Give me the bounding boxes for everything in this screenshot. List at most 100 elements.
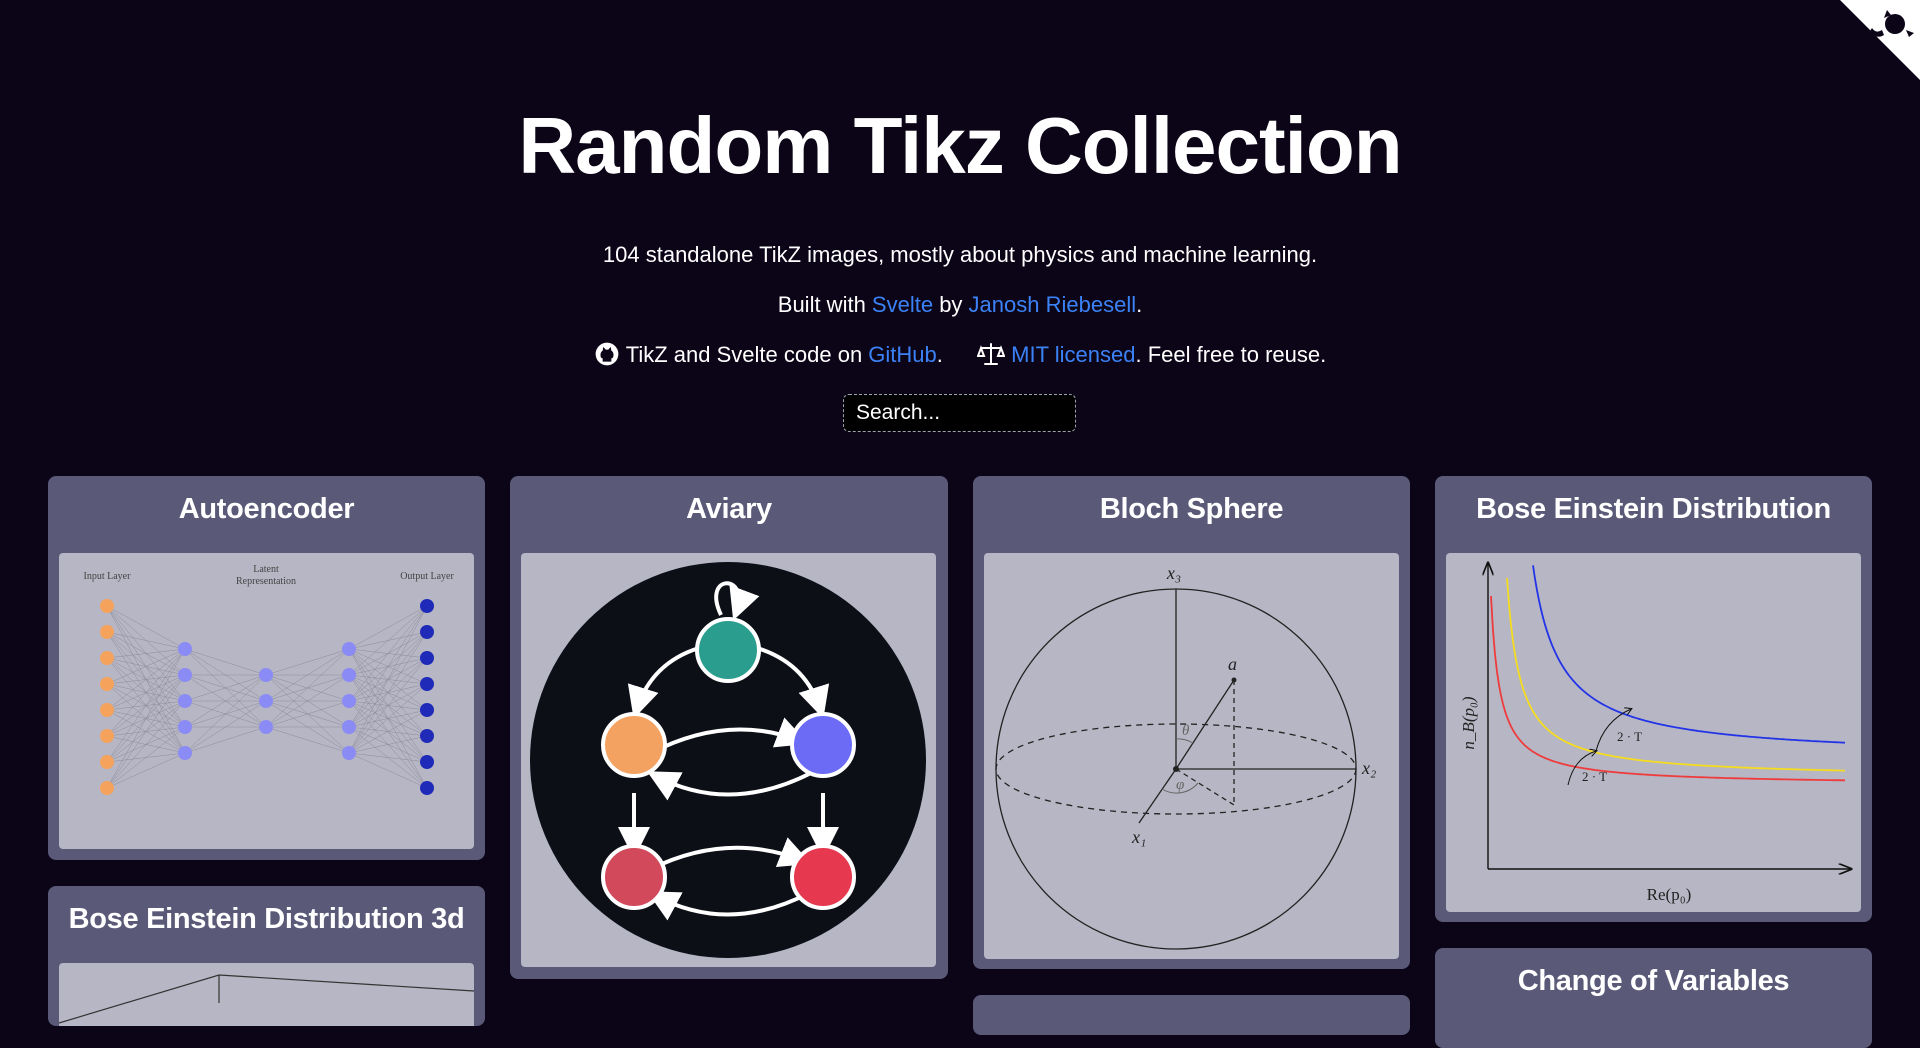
input-layer-label: Input Layer — [84, 571, 132, 582]
node-output — [420, 625, 434, 639]
card-title: Bose Einstein Distribution 3d — [68, 903, 465, 935]
author-link[interactable]: Janosh Riebesell — [969, 292, 1137, 317]
node-right — [790, 712, 856, 778]
node-latent — [259, 668, 273, 682]
card-bose-einstein[interactable]: Bose Einstein Distribution 2 · T 2 · T n… — [1435, 476, 1872, 922]
network-edge — [106, 648, 186, 711]
network-edge — [106, 648, 186, 737]
scale-icon — [977, 343, 1006, 365]
card-image-bloch: x₃ x₂ x₁ a⃗ θ φ — [984, 553, 1399, 959]
node-hidden1 — [178, 668, 192, 682]
node-hidden1 — [178, 746, 192, 760]
license-suffix: . Feel free to reuse. — [1135, 342, 1327, 367]
network-nodes — [100, 599, 434, 795]
node-input — [100, 651, 114, 665]
license-link[interactable]: MIT licensed — [1011, 342, 1135, 367]
node-input — [100, 703, 114, 717]
curve-blue — [1532, 565, 1846, 744]
network-edge — [106, 726, 186, 789]
node-input — [100, 755, 114, 769]
curve-yellow — [1506, 577, 1845, 772]
svelte-link[interactable]: Svelte — [872, 292, 933, 317]
built-with-line: Built with Svelte by Janosh Riebesell. — [0, 291, 1920, 319]
card-title: Bose Einstein Distribution — [1476, 493, 1831, 525]
network-edge — [184, 674, 267, 754]
node-hidden2 — [342, 668, 356, 682]
node-input — [100, 677, 114, 691]
network-edge — [265, 648, 350, 728]
node-input — [100, 625, 114, 639]
node-output — [420, 781, 434, 795]
card-image-autoencoder: Input Layer Latent Representation Output… — [59, 553, 474, 849]
node-output — [420, 703, 434, 717]
network-edge — [348, 752, 428, 789]
node-input — [100, 599, 114, 613]
annotation-1: 2 · T — [1582, 769, 1607, 784]
card-title: Change of Variables — [1517, 965, 1790, 997]
built-by-text: by — [933, 292, 969, 317]
node-latent — [259, 720, 273, 734]
label-phi: φ — [1176, 777, 1184, 793]
card-next-partial[interactable] — [973, 995, 1410, 1035]
network-edge — [106, 700, 186, 789]
card-image-aviary — [521, 553, 936, 967]
node-input — [100, 729, 114, 743]
node-bottom-left — [601, 844, 667, 910]
network-edge — [184, 648, 267, 676]
network-edge — [265, 648, 350, 676]
network-edge — [184, 726, 267, 754]
code-prefix: TikZ and Svelte code on — [625, 342, 869, 367]
node-output — [420, 729, 434, 743]
annotation-2: 2 · T — [1617, 729, 1642, 744]
code-license-line: TikZ and Svelte code on GitHub. MIT lice… — [0, 341, 1920, 369]
network-edge — [106, 648, 186, 789]
node-left — [601, 712, 667, 778]
code-suffix: . — [936, 342, 943, 367]
subtitle: 104 standalone TikZ images, mostly about… — [602, 242, 1318, 267]
card-image-bose-3d — [59, 963, 474, 1026]
github-icon — [595, 342, 619, 366]
network-edge — [106, 752, 186, 789]
card-autoencoder[interactable]: Autoencoder Input Layer Latent Represent… — [48, 476, 485, 860]
node-hidden1 — [178, 642, 192, 656]
y-axis-label: n_B(p₀) — [1459, 696, 1478, 749]
card-image-bose: 2 · T 2 · T n_B(p₀) Re(p₀) — [1446, 553, 1861, 912]
network-edge — [348, 752, 428, 763]
output-layer-label: Output Layer — [400, 571, 454, 582]
latent-label-1: Latent — [253, 564, 279, 575]
card-title: Autoencoder — [178, 493, 355, 525]
card-title: Bloch Sphere — [1099, 493, 1284, 525]
label-theta: θ — [1182, 723, 1190, 739]
search-input[interactable] — [843, 394, 1076, 432]
node-output — [420, 651, 434, 665]
built-with-prefix: Built with — [777, 292, 872, 317]
node-output — [420, 677, 434, 691]
page-title: Random Tikz Collection — [518, 101, 1402, 190]
label-x2: x₂ — [1361, 758, 1376, 778]
card-bloch-sphere[interactable]: Bloch Sphere x₃ x₂ x₁ a⃗ θ φ — [973, 476, 1410, 969]
node-hidden2 — [342, 642, 356, 656]
card-aviary[interactable]: Aviary — [510, 476, 948, 979]
x-axis-label: Re(p₀) — [1647, 885, 1692, 904]
node-output — [420, 599, 434, 613]
network-edge — [106, 648, 186, 685]
label-x3: x₃ — [1166, 563, 1181, 583]
node-latent — [259, 694, 273, 708]
card-title: Aviary — [686, 493, 772, 525]
network-edge — [106, 674, 186, 789]
built-suffix: . — [1136, 292, 1143, 317]
node-top — [695, 617, 761, 683]
github-corner-link[interactable] — [1824, 0, 1920, 96]
node-hidden2 — [342, 720, 356, 734]
node-hidden1 — [178, 694, 192, 708]
node-input — [100, 781, 114, 795]
label-a: a⃗ — [1228, 654, 1251, 674]
github-link[interactable]: GitHub — [868, 342, 936, 367]
latent-label-2: Representation — [236, 576, 296, 587]
network-edge — [265, 726, 350, 754]
node-hidden1 — [178, 720, 192, 734]
node-hidden2 — [342, 746, 356, 760]
card-change-of-variables[interactable]: Change of Variables — [1435, 948, 1872, 1048]
card-bose-einstein-3d[interactable]: Bose Einstein Distribution 3d — [48, 886, 485, 1026]
node-bottom-right — [790, 844, 856, 910]
